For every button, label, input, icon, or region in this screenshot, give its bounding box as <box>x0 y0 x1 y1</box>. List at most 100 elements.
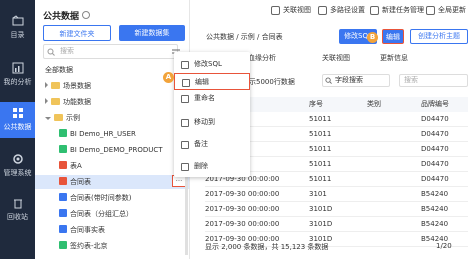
breadcrumb: 公共数据 / 示例 / 合同表 <box>206 33 283 41</box>
nav-item-public-data[interactable]: 公共数据 <box>0 102 35 138</box>
badge-b: B <box>367 32 378 43</box>
expand-icon[interactable] <box>45 98 48 104</box>
table-cell: 51011 <box>309 175 332 183</box>
table-icon <box>59 193 67 201</box>
badge-a: A <box>163 72 174 83</box>
table-cell: 51011 <box>309 130 332 138</box>
search-input[interactable]: 搜索 <box>43 44 178 59</box>
tree-item-demo-product[interactable]: BI Demo_DEMO_PRODUCT <box>35 143 189 157</box>
tree-item-function[interactable]: 功能数据 <box>35 95 189 109</box>
edit-icon <box>182 79 190 87</box>
folder-open-icon <box>54 114 63 121</box>
table-cell <box>367 232 417 247</box>
table-cell: D04470 <box>421 115 449 123</box>
refresh-icon <box>426 5 435 15</box>
table-cell <box>367 112 417 127</box>
tab-related-view[interactable]: 关联视图 <box>322 53 350 63</box>
table-cell: B54240 <box>421 190 449 198</box>
table-cell: 3101D <box>309 220 333 228</box>
menu-item-delete[interactable]: 删除 <box>174 158 250 175</box>
path-icon <box>318 5 327 15</box>
table-cell: 2017-09-30 00:00:00 <box>205 205 280 213</box>
table-cell: D04470 <box>421 160 449 168</box>
move-icon <box>181 119 189 127</box>
table-icon <box>59 225 67 233</box>
table-cell: 51011 <box>309 160 332 168</box>
context-menu: 修改SQL 编辑 重命名 移动到 备注 删除 <box>174 52 250 177</box>
left-nav: 目录 我的分析 公共数据 管理系统 回收站 <box>0 0 35 259</box>
table-cell: 3101 <box>309 190 327 198</box>
table-cell: D04470 <box>421 175 449 183</box>
tree-item-hr-user[interactable]: BI Demo_HR_USER <box>35 127 189 141</box>
table-cell <box>367 187 417 202</box>
note-icon <box>181 141 189 149</box>
menu-item-edit[interactable]: 编辑 <box>174 73 250 90</box>
folder-icon <box>12 15 23 26</box>
table-cell: 2017-09-30 00:00:00 <box>205 190 280 198</box>
menu-item-move[interactable]: 移动到 <box>174 114 250 131</box>
search-icon <box>325 77 332 84</box>
data-panel: 公共数据 新建文件夹 新建数据集 搜索 全部数据 场景数据 功能数据 示例 BI… <box>35 0 190 259</box>
table-cell: D04470 <box>421 145 449 153</box>
table-cell: 3101D <box>309 205 333 213</box>
table-header: 类别 <box>363 97 417 112</box>
table-cell <box>367 157 417 172</box>
tree-item-sign-beijing[interactable]: 签约表-北京 <box>35 239 189 253</box>
data-search-input[interactable]: 搜索 <box>399 74 468 87</box>
tree-item-contract-time[interactable]: 合同表(带时间参数) <box>35 191 189 205</box>
topbar-item-global-update[interactable]: 全局更新 <box>426 5 466 15</box>
menu-item-note[interactable]: 备注 <box>174 136 250 153</box>
topbar-item-multipath[interactable]: 多路径设置 <box>318 5 365 15</box>
nav-item-management[interactable]: 管理系统 <box>0 148 35 184</box>
settings-icon[interactable] <box>82 11 90 19</box>
chart-icon <box>12 62 23 74</box>
new-dataset-button[interactable]: 新建数据集 <box>119 25 185 41</box>
gear-icon <box>12 154 23 164</box>
rename-icon <box>181 95 189 103</box>
menu-item-rename[interactable]: 重命名 <box>174 90 250 107</box>
expand-icon[interactable] <box>45 82 48 88</box>
sql-icon <box>181 61 189 69</box>
database-icon <box>59 145 67 153</box>
nav-item-my-analysis[interactable]: 我的分析 <box>0 57 35 93</box>
topbar-item-new-task[interactable]: 新建任务管理 <box>370 5 424 15</box>
create-theme-button[interactable]: 创建分析主题 <box>410 29 468 44</box>
task-icon <box>370 5 379 15</box>
database-icon <box>59 129 67 137</box>
table-cell: 51011 <box>309 145 332 153</box>
table-cell <box>367 172 417 187</box>
new-folder-button[interactable]: 新建文件夹 <box>43 25 111 41</box>
table-cell: D04470 <box>421 130 449 138</box>
folder-icon <box>51 98 60 105</box>
menu-item-edit-sql[interactable]: 修改SQL <box>174 56 250 73</box>
table-header: 品牌编号 <box>417 97 468 112</box>
tree-item-contract[interactable]: 合同表 <box>35 175 189 189</box>
table-footer: 显示 2,000 条数据，共 15,123 条数据 <box>205 243 329 251</box>
trash-icon <box>13 199 22 209</box>
tab-lineage[interactable]: 血缘分析 <box>248 53 276 63</box>
delete-icon <box>181 163 189 171</box>
table-cell: B54240 <box>421 205 449 213</box>
table-header: 序号 <box>305 97 363 112</box>
tree-item-example[interactable]: 示例 <box>35 111 189 125</box>
tree-item-contract-fact[interactable]: 合同事实表 <box>35 223 189 237</box>
table-icon <box>59 209 67 217</box>
search-icon <box>47 48 55 56</box>
collapse-icon[interactable] <box>45 117 51 120</box>
table-cell: 51011 <box>309 115 332 123</box>
nav-item-recycle-bin[interactable]: 回收站 <box>0 192 35 228</box>
topbar-item-related-view[interactable]: 关联视图 <box>271 5 311 15</box>
table-cell: 2017-09-30 00:00:00 <box>205 220 280 228</box>
nav-item-catalog[interactable]: 目录 <box>0 10 35 46</box>
table-cell <box>367 217 417 232</box>
field-search-input[interactable]: 字段搜索 <box>322 74 390 87</box>
edit-button[interactable]: 编辑 <box>382 29 404 44</box>
tab-update-info[interactable]: 更新信息 <box>380 53 408 63</box>
table-icon <box>59 177 67 185</box>
tree-item-contract-group[interactable]: 合同表（分组汇总） <box>35 207 189 221</box>
pagination[interactable]: 1/20 <box>436 242 452 250</box>
database-icon <box>12 108 23 118</box>
table-icon <box>59 241 67 249</box>
tree-item-table-a[interactable]: 表A <box>35 159 189 173</box>
table-icon <box>59 161 67 169</box>
